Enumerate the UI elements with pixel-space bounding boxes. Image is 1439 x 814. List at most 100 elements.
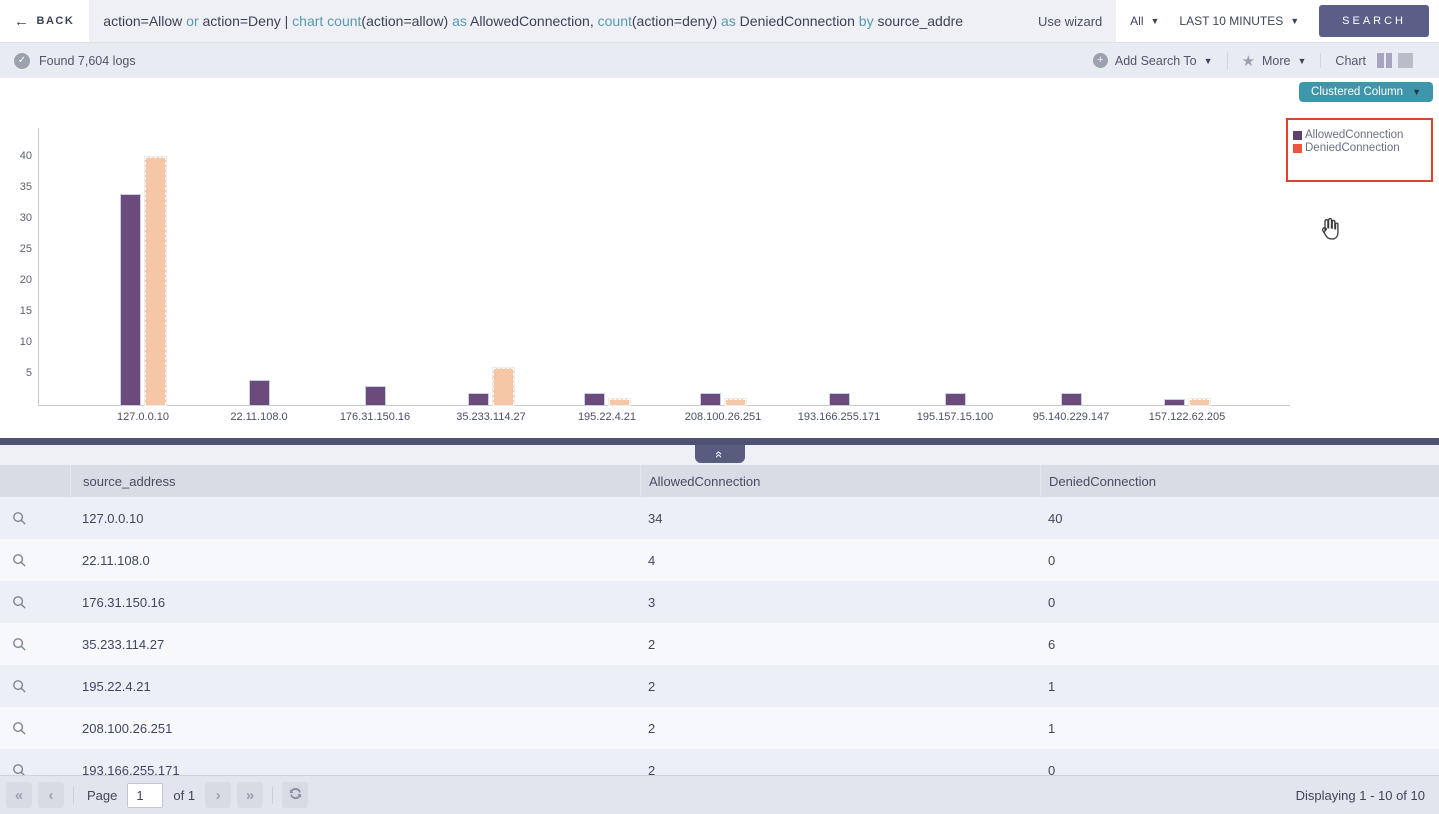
y-tick-label: 35 — [6, 181, 32, 193]
next-page-button[interactable]: › — [205, 782, 231, 808]
column-chart-view-icon[interactable] — [1377, 53, 1392, 68]
query-token: (action=allow) — [361, 13, 452, 29]
row-search-icon[interactable] — [12, 679, 27, 694]
chart-panel: Clustered Column ▼ AllowedConnectionDeni… — [0, 78, 1439, 438]
scope-dropdown[interactable]: All ▼ — [1130, 14, 1159, 28]
x-axis-label: 157.122.62.205 — [1129, 411, 1245, 423]
query-token: action=Allow — [103, 13, 186, 29]
bar-denied-connection[interactable] — [1189, 399, 1210, 405]
y-tick-label: 25 — [6, 243, 32, 255]
query-text[interactable]: action=Allow or action=Deny | chart coun… — [103, 13, 1026, 29]
last-page-button[interactable]: » — [237, 782, 263, 808]
chart-view-label: Chart — [1335, 54, 1366, 68]
query-token: DeniedConnection — [736, 13, 859, 29]
y-axis-line — [38, 128, 39, 405]
results-toolbar: ✓ Found 7,604 logs + Add Search To ▼ ★ M… — [0, 42, 1439, 78]
bar-group-195.157.15.100 — [897, 393, 1013, 405]
use-wizard-link[interactable]: Use wizard — [1038, 14, 1102, 29]
row-search-icon[interactable] — [12, 553, 27, 568]
pagination-footer: « ‹ Page of 1 › » Displaying 1 - 10 of 1… — [0, 775, 1439, 814]
panel-divider[interactable] — [0, 438, 1439, 445]
back-button[interactable]: ← BACK — [0, 0, 89, 42]
bar-allowed-connection[interactable] — [468, 393, 489, 405]
divider — [73, 786, 74, 804]
bar-allowed-connection[interactable] — [249, 380, 270, 405]
x-axis-label: 35.233.114.27 — [433, 411, 549, 423]
chart-type-value: Clustered Column — [1311, 86, 1403, 98]
table-row: 208.100.26.25121 — [0, 707, 1439, 749]
bar-allowed-connection[interactable] — [1164, 399, 1185, 405]
x-axis-label: 127.0.0.10 — [85, 411, 201, 423]
y-tick-label: 10 — [6, 336, 32, 348]
table-body: 127.0.0.10344022.11.108.040176.31.150.16… — [0, 497, 1439, 791]
check-circle-icon: ✓ — [14, 53, 30, 69]
chart-bars — [85, 128, 1245, 405]
row-search-icon[interactable] — [12, 721, 27, 736]
row-search-icon[interactable] — [12, 637, 27, 652]
header-allowed-connection[interactable]: AllowedConnection — [640, 465, 1040, 497]
add-search-to-dropdown[interactable]: + Add Search To ▼ — [1079, 53, 1227, 68]
view-switcher: Chart — [1320, 53, 1427, 68]
legend-item-AllowedConnection[interactable]: AllowedConnection — [1293, 129, 1426, 142]
legend-item-DeniedConnection[interactable]: DeniedConnection — [1293, 142, 1426, 155]
grid-view-icon[interactable] — [1398, 53, 1413, 68]
bar-allowed-connection[interactable] — [120, 194, 141, 405]
add-search-to-label: Add Search To — [1115, 54, 1197, 68]
view-icons — [1377, 53, 1413, 68]
bar-allowed-connection[interactable] — [584, 393, 605, 405]
bar-allowed-connection[interactable] — [365, 386, 386, 405]
y-tick-label: 5 — [6, 367, 32, 379]
chevron-down-icon: ▼ — [1290, 16, 1299, 26]
search-button[interactable]: SEARCH — [1319, 5, 1429, 37]
result-status: ✓ Found 7,604 logs — [14, 53, 136, 69]
header-source-address[interactable]: source_address — [70, 465, 640, 497]
collapse-table-button[interactable]: « — [695, 445, 745, 463]
bar-group-193.166.255.171 — [781, 393, 897, 405]
x-axis-label: 195.22.4.21 — [549, 411, 665, 423]
back-label: BACK — [37, 15, 75, 27]
collapse-strip: « — [0, 445, 1439, 465]
bar-group-95.140.229.147 — [1013, 393, 1129, 405]
y-tick-label: 20 — [6, 274, 32, 286]
bar-denied-connection[interactable] — [493, 368, 514, 405]
bar-allowed-connection[interactable] — [945, 393, 966, 405]
bar-denied-connection[interactable] — [725, 399, 746, 405]
first-page-button[interactable]: « — [6, 782, 32, 808]
legend-swatch-icon — [1293, 131, 1302, 140]
chart-type-dropdown[interactable]: Clustered Column ▼ — [1299, 82, 1433, 102]
pager: « ‹ Page of 1 › » — [6, 782, 308, 808]
double-chevron-up-icon: « — [713, 450, 726, 457]
query-token: (action=deny) — [632, 13, 721, 29]
query-input[interactable]: action=Allow or action=Deny | chart coun… — [89, 0, 1116, 42]
table-row: 176.31.150.1630 — [0, 581, 1439, 623]
table-header: source_address AllowedConnection DeniedC… — [0, 465, 1439, 497]
bar-denied-connection[interactable] — [145, 157, 166, 405]
header-denied-connection[interactable]: DeniedConnection — [1040, 465, 1439, 497]
y-tick-label: 40 — [6, 150, 32, 162]
divider — [272, 786, 273, 804]
time-range-dropdown[interactable]: LAST 10 MINUTES ▼ — [1179, 14, 1299, 28]
bar-denied-connection[interactable] — [609, 399, 630, 405]
chevron-down-icon: ▼ — [1151, 16, 1160, 26]
page-number-input[interactable] — [127, 783, 163, 808]
search-topbar: ← BACK action=Allow or action=Deny | cha… — [0, 0, 1439, 42]
cell-source-address: 195.22.4.21 — [70, 679, 640, 694]
cell-denied-connection: 0 — [1040, 595, 1439, 610]
x-axis-label: 22.11.108.0 — [201, 411, 317, 423]
table-row: 22.11.108.040 — [0, 539, 1439, 581]
refresh-button[interactable] — [282, 782, 308, 808]
cell-allowed-connection: 3 — [640, 595, 1040, 610]
cell-denied-connection: 40 — [1040, 511, 1439, 526]
row-search-icon[interactable] — [12, 511, 27, 526]
bar-allowed-connection[interactable] — [700, 393, 721, 405]
row-search-icon[interactable] — [12, 595, 27, 610]
scope-value: All — [1130, 14, 1143, 28]
bar-allowed-connection[interactable] — [829, 393, 850, 405]
more-dropdown[interactable]: ★ More ▼ — [1227, 52, 1321, 70]
cell-denied-connection: 1 — [1040, 721, 1439, 736]
y-tick-label: 30 — [6, 212, 32, 224]
table-row: 195.22.4.2121 — [0, 665, 1439, 707]
prev-page-button[interactable]: ‹ — [38, 782, 64, 808]
back-arrow-icon: ← — [14, 14, 31, 29]
bar-allowed-connection[interactable] — [1061, 393, 1082, 405]
